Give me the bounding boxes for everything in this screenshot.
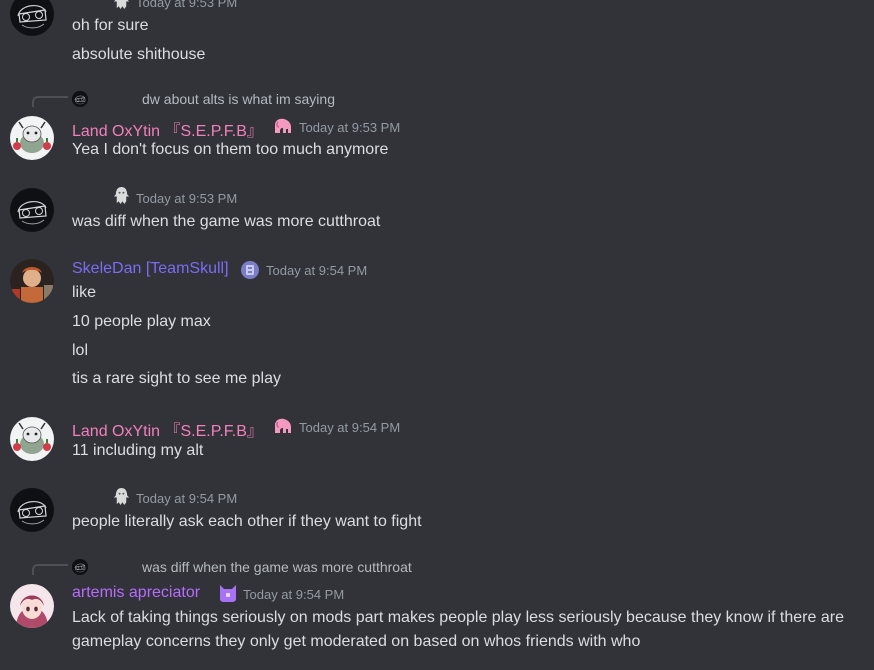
message-line: absolute shithouse [72,46,206,63]
message-line: like [72,284,97,301]
user-avatar[interactable] [10,417,54,461]
message-line: tis a rare sight to see me play [72,370,281,387]
message-timestamp: Today at 9:53 PM [136,0,238,10]
reply-avatar[interactable] [72,559,88,575]
user-avatar[interactable] [10,116,54,160]
message-line: Lack of taking things seriously on mods … [72,609,844,626]
message-timestamp: Today at 9:53 PM [136,191,238,206]
user-avatar[interactable] [10,0,54,36]
cow-avatar-icon [10,116,54,160]
message-timestamp: Today at 9:53 PM [299,120,401,135]
team-badge-icon[interactable] [240,260,260,280]
cat-badge-icon[interactable] [217,583,239,603]
author-name[interactable]: Land OxYtin 『S.E.P.F.B』 [72,417,263,441]
message-timestamp: Today at 9:54 PM [243,587,345,602]
elephant-badge-icon[interactable] [272,416,294,436]
message-timestamp: Today at 9:54 PM [136,491,238,506]
user-avatar[interactable] [10,488,54,532]
anime-girl-avatar-icon [10,584,54,628]
ghost-badge-icon [112,0,131,10]
goggles-sketch-avatar-icon [72,559,88,575]
cow-avatar-icon [10,417,54,461]
author-name[interactable]: Land OxYtin 『S.E.P.F.B』 [72,117,263,141]
message-timestamp: Today at 9:54 PM [299,420,401,435]
reply-preview-text[interactable]: dw about alts is what im saying [142,91,335,107]
elephant-badge-icon[interactable] [272,116,294,136]
goggles-sketch-avatar-icon [10,188,54,232]
message-line: lol [72,342,89,359]
reply-avatar[interactable] [72,91,88,107]
author-name[interactable]: SkeleDan [TeamSkull] [72,260,229,278]
reply-connector [32,564,68,575]
message-line: gameplay concerns they only get moderate… [72,633,641,650]
message-line: was diff when the game was more cutthroa… [72,213,381,230]
skeledan-avatar-icon [10,259,54,303]
goggles-sketch-avatar-icon [10,488,54,532]
user-avatar[interactable] [10,584,54,628]
message-line: 10 people play max [72,313,211,330]
goggles-sketch-avatar-icon [72,91,88,107]
message-line: oh for sure [72,17,149,34]
goggles-sketch-avatar-icon [10,0,54,36]
message-line: 11 including my alt [72,442,204,459]
author-name[interactable]: artemis apreciator [72,584,200,602]
ghost-badge-icon[interactable] [112,186,131,205]
user-avatar[interactable] [10,259,54,303]
ghost-badge-icon[interactable] [112,487,131,506]
message-line: people literally ask each other if they … [72,513,422,530]
message-timestamp: Today at 9:54 PM [266,263,368,278]
reply-preview-text[interactable]: was diff when the game was more cutthroa… [142,559,412,575]
reply-connector [32,96,68,107]
message-line: Yea I don't focus on them too much anymo… [72,141,389,158]
user-avatar[interactable] [10,188,54,232]
